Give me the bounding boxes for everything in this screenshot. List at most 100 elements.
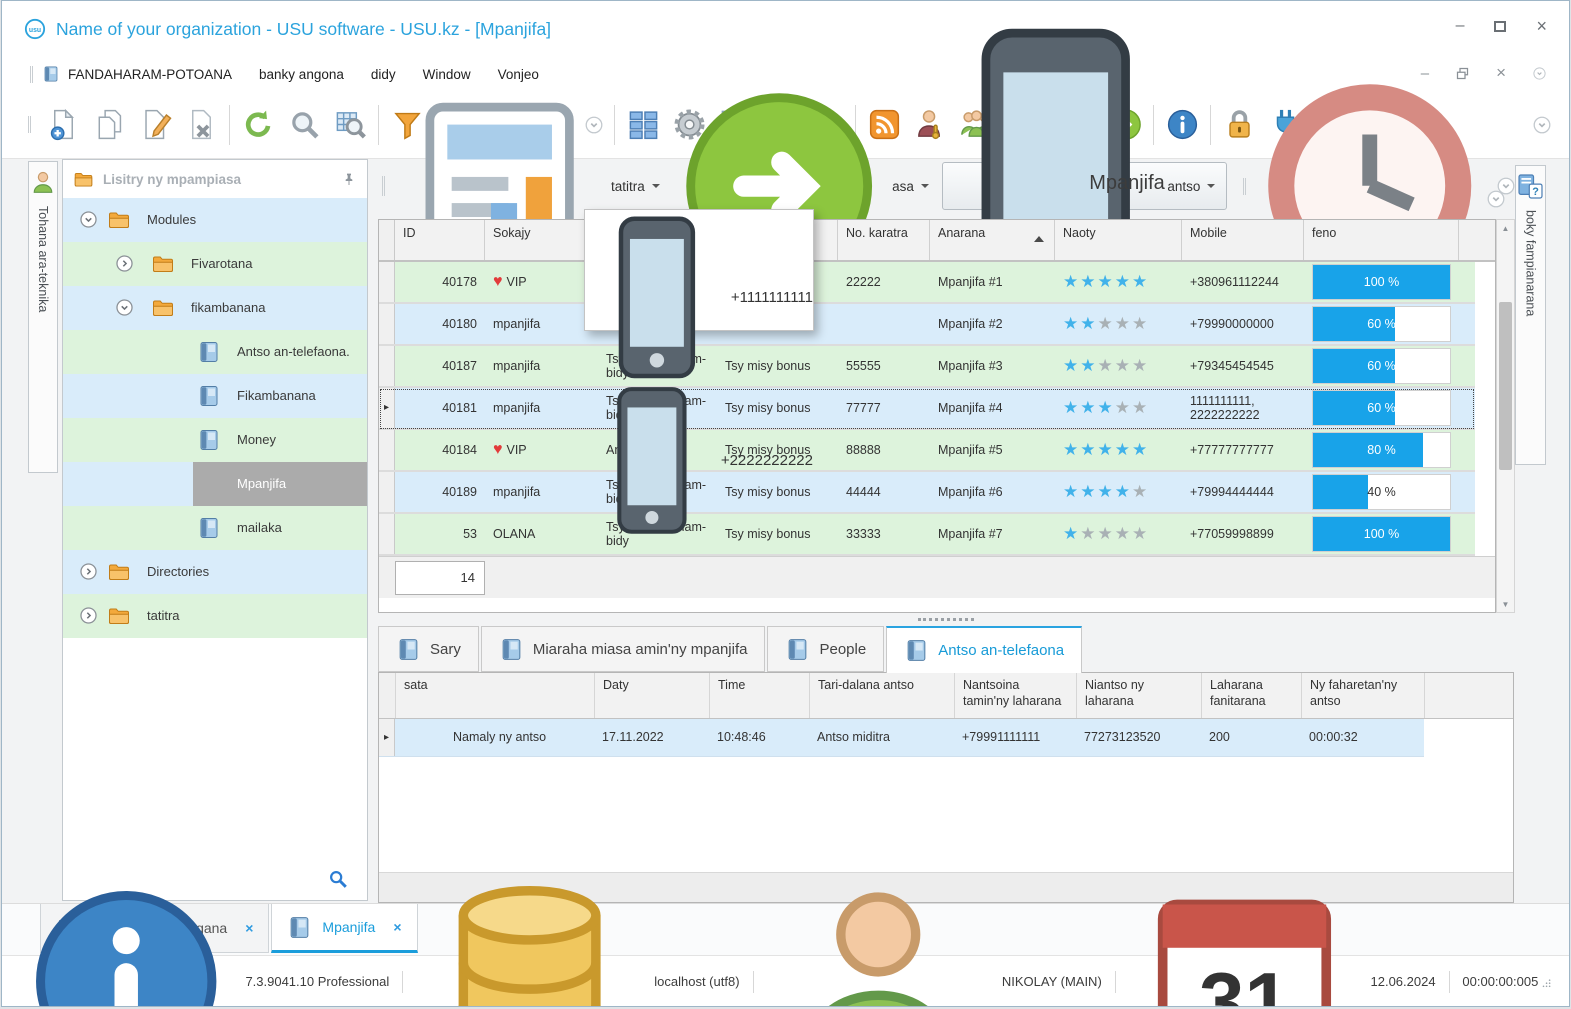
calls-grid-header: sata Daty Time Tari-dalana antso Nantsoina t…: [379, 673, 1513, 719]
detail-tab-antso-an-telefaona[interactable]: Antso an-telefaona: [886, 626, 1083, 673]
menu-window[interactable]: Window: [423, 67, 471, 82]
expand-open-icon[interactable]: [79, 210, 98, 229]
client-row-mpanjifa-4[interactable]: ▸40181mpanjifaTsy misy fihenam-bidyTsy m…: [379, 388, 1475, 430]
column-header-anarana[interactable]: Anarana: [930, 220, 1055, 260]
client-row-mpanjifa-1[interactable]: 40178 ♥ VIP 22222 Mpanjifa #1 ★★★★★ +380961112…: [379, 262, 1475, 304]
record-toolbar-grip[interactable]: [382, 176, 385, 196]
chevron-down-icon: [1207, 184, 1216, 192]
lock-button[interactable]: [1216, 101, 1262, 149]
tree-item-label: Money: [237, 431, 277, 447]
tree-item-directories[interactable]: Directories: [63, 550, 367, 594]
calls-column-header-sata[interactable]: sata: [396, 673, 595, 718]
phone-number-option[interactable]: +1111111111: [585, 212, 813, 383]
tree-item-mpanjifa[interactable]: Mpanjifa: [63, 462, 367, 506]
panel-overflow-button[interactable]: [1481, 175, 1511, 223]
horizontal-splitter[interactable]: [374, 613, 1517, 626]
column-header-sokajy[interactable]: Sokajy: [485, 220, 598, 260]
chevron-down-icon: [920, 184, 929, 192]
reports-button-label: tatitra: [611, 178, 645, 194]
calls-column-header-time[interactable]: Time: [710, 673, 810, 718]
cell-mobile: +79345454545: [1190, 358, 1274, 373]
copy-record-button[interactable]: [86, 101, 132, 149]
cell-sokajy: mpanjifa: [493, 316, 541, 331]
new-record-button[interactable]: [40, 101, 86, 149]
client-row-mpanjifa-5[interactable]: 40184♥VIPAmin'ny yuanTsy misy bonus88888…: [379, 430, 1475, 472]
menu-banky-angona[interactable]: banky angona: [259, 67, 344, 82]
search-button[interactable]: [281, 101, 327, 149]
refresh-button[interactable]: [235, 101, 281, 149]
cell-name: Mpanjifa #3: [938, 358, 1003, 373]
detail-tab-sary[interactable]: Sary: [378, 626, 479, 672]
cell-progress: 100 %: [1304, 262, 1459, 302]
detail-tab-people[interactable]: People: [767, 626, 885, 672]
scroll-up-arrow[interactable]: ▲: [1497, 220, 1514, 236]
cell-mobile: +77059998899: [1190, 526, 1274, 541]
tree-item-fivarotana[interactable]: Fivarotana: [63, 242, 367, 286]
calls-column-header-niantso-ny-laharana[interactable]: Niantso ny laharana: [1077, 673, 1202, 718]
client-row-mpanjifa-6[interactable]: 40189mpanjifaTsy misy fihenam-bidyTsy mi…: [379, 472, 1475, 514]
cell-id: 40189: [442, 484, 477, 499]
mdi-close-button[interactable]: ×: [1496, 63, 1506, 83]
grid-vertical-scrollbar[interactable]: ▲ ▼: [1496, 219, 1515, 613]
phone-number-option[interactable]: +2222222222: [585, 383, 813, 538]
calls-column-header-daty[interactable]: Daty: [595, 673, 710, 718]
calls-column-header-tari-dalana-antso[interactable]: Tari-dalana antso: [810, 673, 955, 718]
resize-grip[interactable]: [1538, 973, 1553, 991]
toolbar-overflow-button[interactable]: [1527, 101, 1557, 149]
pin-icon[interactable]: [341, 171, 357, 187]
scrollbar-thumb[interactable]: [1499, 302, 1512, 470]
star-rating: ★★★★★: [1063, 314, 1150, 334]
tree-item-antso-an-telefaona-[interactable]: Antso an-telefaona.: [63, 330, 367, 374]
support-side-tab[interactable]: Tohana ara-teknika: [28, 161, 58, 473]
mdi-windows-list-button[interactable]: [1532, 66, 1547, 81]
minimize-button[interactable]: –: [1456, 18, 1465, 34]
calls-column-header-laharana-fanitarana[interactable]: Laharana fanitarana: [1202, 673, 1302, 718]
expand-closed-icon[interactable]: [79, 562, 98, 581]
tree-item-fikambanana[interactable]: Fikambanana: [63, 374, 367, 418]
delete-record-button[interactable]: [178, 101, 224, 149]
menu-fandaharam-potoana[interactable]: FANDAHARAM-POTOANA: [68, 67, 232, 82]
expand-closed-icon[interactable]: [79, 606, 98, 625]
tree-item-tatitra[interactable]: tatitra: [63, 594, 367, 638]
scroll-down-arrow[interactable]: ▼: [1497, 596, 1514, 612]
toolbar-grip[interactable]: [28, 116, 31, 133]
detail-tab-miaraha-miasa-amin-ny-mpanjifa[interactable]: Miaraha miasa amin'ny mpanjifa: [480, 626, 766, 672]
tree-item-mailaka[interactable]: mailaka: [63, 506, 367, 550]
progress-label: 60 %: [1367, 400, 1396, 415]
expand-open-icon[interactable]: [115, 298, 134, 317]
tree-item-money[interactable]: Money: [63, 418, 367, 462]
tree-item-fikambanana[interactable]: fikambanana: [63, 286, 367, 330]
menu-didy[interactable]: didy: [371, 67, 396, 82]
close-button[interactable]: ×: [1536, 17, 1547, 35]
book-icon: [785, 637, 810, 662]
column-header-no-karatra[interactable]: No. karatra: [838, 220, 930, 260]
column-header-id[interactable]: ID: [395, 220, 485, 260]
calls-column-header-nantsoina-tamin-ny-laharana[interactable]: Nantsoina tamin'ny laharana: [955, 673, 1077, 718]
close-tab-button[interactable]: ×: [393, 919, 401, 935]
column-header-feno[interactable]: feno: [1304, 220, 1459, 260]
menubar-grip[interactable]: [30, 65, 33, 83]
info-icon: [18, 873, 234, 1006]
expand-closed-icon[interactable]: [115, 254, 134, 273]
edit-record-button[interactable]: [132, 101, 178, 149]
client-row-mpanjifa-3[interactable]: 40187mpanjifaTsy misy fihenam-bidyTsy mi…: [379, 346, 1475, 388]
column-header-naoty[interactable]: Naoty: [1055, 220, 1182, 260]
vip-heart-icon: ♥: [493, 272, 503, 290]
progress-bar: 40 %: [1312, 474, 1451, 510]
cell-name: Mpanjifa #4: [938, 400, 1003, 415]
calls-column-header-ny-faharetan-ny-antso[interactable]: Ny faharetan'ny antso: [1302, 673, 1425, 718]
column-header-mobile[interactable]: Mobile: [1182, 220, 1304, 260]
about-button[interactable]: [1159, 101, 1205, 149]
call-row[interactable]: ▸ Namaly ny antso 17.11.2022 10:48:46 Antso …: [379, 719, 1424, 757]
row-marker-cell: [379, 262, 395, 302]
search-in-table-button[interactable]: [327, 101, 373, 149]
client-row-mpanjifa-2[interactable]: 40180mpanjifafihenam-bidyMpanjifa #2★★★★…: [379, 304, 1475, 346]
menu-vonjeo[interactable]: Vonjeo: [498, 67, 539, 82]
call-button[interactable]: antso: [941, 28, 1228, 344]
tutorial-side-tab[interactable]: ? boky fampianarana: [1515, 165, 1546, 465]
row-marker-header: [379, 673, 396, 718]
tree-item-label: Mpanjifa: [237, 475, 287, 491]
maximize-button[interactable]: [1494, 20, 1507, 32]
tree-item-modules[interactable]: Modules: [63, 198, 367, 242]
client-row-mpanjifa-7[interactable]: 53OLANATsy misy fihenam-bidyTsy misy bon…: [379, 514, 1475, 556]
